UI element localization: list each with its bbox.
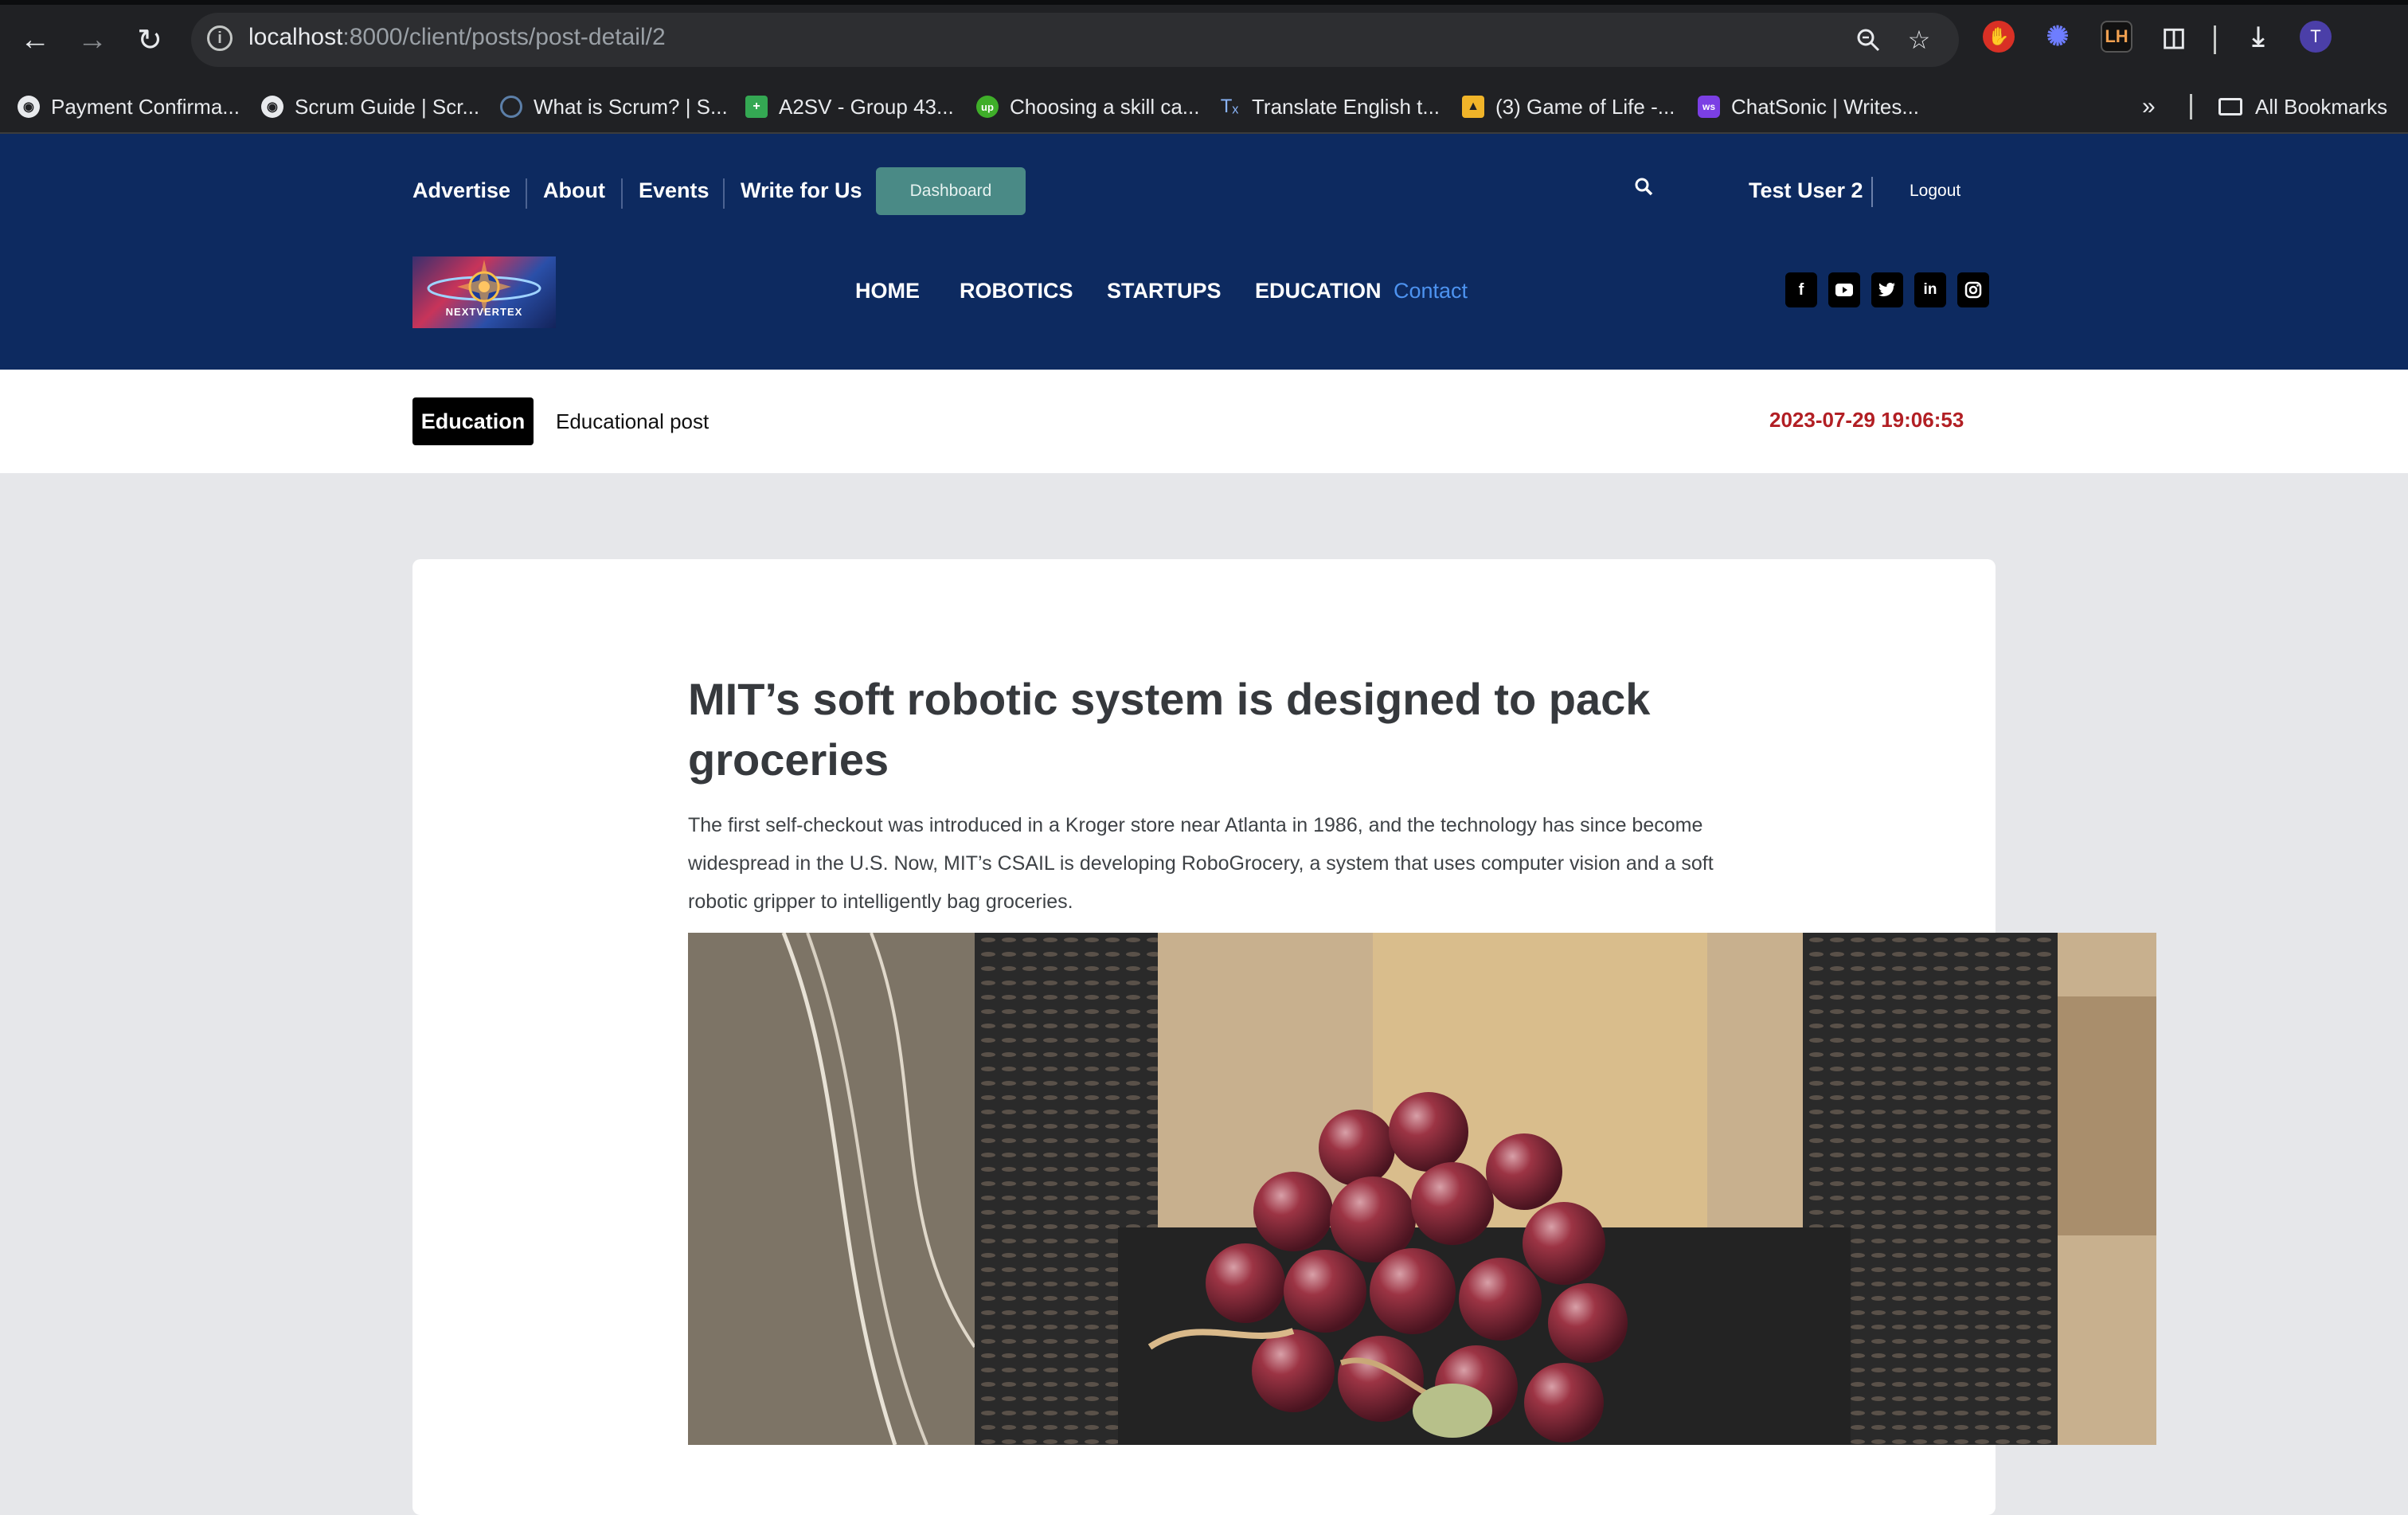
extensions-puzzle-icon[interactable]: ◫: [2158, 21, 2190, 53]
bookmark-item[interactable]: ws ChatSonic | Writes...: [1698, 89, 1919, 124]
folder-icon: [2218, 98, 2242, 115]
sheets-icon: +: [745, 96, 768, 118]
bookmark-item[interactable]: up Choosing a skill ca...: [976, 89, 1199, 124]
game-of-life-icon: ▲: [1462, 96, 1484, 118]
article-lead: The first self-checkout was introduced i…: [688, 814, 1714, 913]
chatsonic-icon: ws: [1698, 96, 1720, 118]
nav-education[interactable]: EDUCATION: [1255, 279, 1382, 303]
user-name[interactable]: Test User 2: [1749, 178, 1863, 203]
category-badge[interactable]: Education: [412, 397, 534, 445]
instagram-icon[interactable]: [1957, 272, 1989, 307]
nav-divider: [723, 178, 725, 209]
reload-icon[interactable]: ↻: [127, 18, 172, 62]
translate-icon: Tₓ: [1220, 96, 1239, 117]
url-path: :8000/client/posts/post-detail/2: [342, 24, 666, 50]
all-bookmarks-button[interactable]: All Bookmarks: [2218, 89, 2387, 124]
article-image: [688, 933, 2156, 1445]
nav-about[interactable]: About: [543, 178, 605, 203]
bookmark-item[interactable]: Tₓ Translate English t...: [1218, 89, 1440, 124]
bookmark-item[interactable]: ◉ Payment Confirma...: [18, 89, 240, 124]
forward-icon[interactable]: →: [70, 18, 115, 62]
logout-link[interactable]: Logout: [1910, 182, 1960, 201]
nav-write-for-us[interactable]: Write for Us: [741, 178, 862, 203]
back-icon[interactable]: ←: [13, 18, 57, 62]
bookmark-star-icon[interactable]: ☆: [1900, 21, 1938, 59]
bookmarks-bar: ◉ Payment Confirma... ◉ Scrum Guide | Scr.…: [0, 80, 2408, 134]
article-title: MIT’s soft robotic system is designed to…: [688, 674, 1651, 785]
site-logo[interactable]: NEXTVERTEX: [412, 256, 556, 328]
nav-divider: [621, 178, 623, 209]
zoom-icon[interactable]: [1849, 21, 1887, 59]
bookmark-item[interactable]: ▲ (3) Game of Life -...: [1462, 89, 1675, 124]
search-icon[interactable]: [1632, 175, 1656, 199]
bookmark-label: Choosing a skill ca...: [1010, 94, 1200, 119]
more-bookmarks-icon[interactable]: »: [2142, 89, 2156, 124]
site-header: Advertise About Events Write for Us Dash…: [0, 134, 2408, 370]
url-host: localhost: [248, 24, 343, 50]
bookmark-label: What is Scrum? | S...: [534, 94, 728, 119]
nav-startups[interactable]: STARTUPS: [1107, 279, 1222, 303]
bookmark-label: Scrum Guide | Scr...: [295, 94, 480, 119]
twitter-icon[interactable]: [1871, 272, 1903, 307]
post-date: 2023-07-29 19:06:53: [1769, 408, 1964, 432]
bookmark-label: Translate English t...: [1252, 94, 1440, 119]
nav-robotics[interactable]: ROBOTICS: [960, 279, 1073, 303]
nav-home[interactable]: HOME: [855, 279, 920, 303]
scrum-org-icon: [500, 96, 522, 118]
globe-icon: ◉: [261, 96, 283, 118]
site-info-icon[interactable]: i: [207, 25, 233, 51]
profile-avatar[interactable]: T: [2300, 21, 2332, 53]
youtube-icon[interactable]: [1828, 272, 1860, 307]
facebook-icon[interactable]: f: [1785, 272, 1817, 307]
address-bar[interactable]: i localhost:8000/client/posts/post-detai…: [191, 13, 1959, 67]
logo-wordmark: NEXTVERTEX: [445, 306, 523, 318]
download-icon[interactable]: ⤓: [2242, 21, 2274, 53]
extension-sparkle-icon[interactable]: ✺: [2042, 21, 2074, 53]
user-divider: [1871, 177, 1873, 207]
linkedin-icon[interactable]: in: [1914, 272, 1946, 307]
globe-icon: ◉: [18, 96, 40, 118]
bookmark-item[interactable]: What is Scrum? | S...: [500, 89, 728, 124]
dashboard-button[interactable]: Dashboard: [876, 167, 1026, 215]
all-bookmarks-label: All Bookmarks: [2255, 94, 2388, 119]
bookmarks-divider: [2190, 94, 2192, 119]
nav-contact[interactable]: Contact: [1394, 279, 1468, 303]
category-description: Educational post: [556, 409, 710, 433]
category-bar: Education Educational post 2023-07-29 19…: [0, 370, 2408, 473]
bookmark-item[interactable]: + A2SV - Group 43...: [745, 89, 954, 124]
extension-adblock-icon[interactable]: ✋: [1983, 21, 2015, 53]
toolbar-divider: [2214, 25, 2216, 54]
nav-divider: [526, 178, 527, 209]
robotic-gripper-grapes-photo: [688, 933, 2156, 1445]
nav-advertise[interactable]: Advertise: [412, 178, 510, 203]
browser-toolbar: ← → ↻ i localhost:8000/client/posts/post…: [0, 0, 2408, 80]
bookmark-label: Payment Confirma...: [51, 94, 240, 119]
bookmark-label: A2SV - Group 43...: [779, 94, 954, 119]
extension-lighthouse-icon[interactable]: LH: [2101, 21, 2132, 53]
nav-events[interactable]: Events: [639, 178, 710, 203]
bookmark-label: (3) Game of Life -...: [1495, 94, 1675, 119]
bookmark-label: ChatSonic | Writes...: [1731, 94, 1920, 119]
url-text[interactable]: localhost:8000/client/posts/post-detail/…: [248, 24, 666, 51]
upwork-icon: up: [976, 96, 999, 118]
bookmark-item[interactable]: ◉ Scrum Guide | Scr...: [261, 89, 479, 124]
